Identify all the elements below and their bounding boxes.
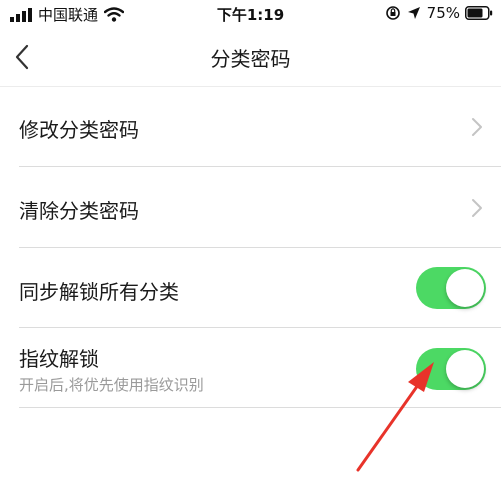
clear-password-row[interactable]: 清除分类密码 (0, 167, 501, 248)
fingerprint-unlock-row: 指纹解锁 开启后,将优先使用指纹识别 (0, 328, 501, 408)
change-password-label: 修改分类密码 (19, 118, 139, 142)
back-button[interactable] (8, 40, 38, 74)
navigation-bar: 分类密码 (0, 28, 501, 87)
status-bar: 中国联通 下午1:19 75% (0, 0, 501, 28)
chevron-right-icon (472, 199, 482, 217)
chevron-left-icon (15, 44, 29, 70)
chevron-right-icon (472, 118, 482, 136)
clear-password-label: 清除分类密码 (19, 199, 139, 223)
fingerprint-unlock-hint: 开启后,将优先使用指纹识别 (19, 376, 204, 394)
sync-unlock-label: 同步解锁所有分类 (19, 280, 179, 304)
page-title: 分类密码 (210, 47, 291, 71)
toggle-knob (446, 269, 484, 307)
orientation-lock-icon (385, 6, 400, 20)
location-icon (407, 7, 420, 19)
battery-percent: 75% (426, 4, 460, 22)
fingerprint-unlock-label: 指纹解锁 (19, 347, 99, 371)
sync-unlock-toggle[interactable] (416, 267, 486, 309)
fingerprint-unlock-toggle[interactable] (416, 348, 486, 390)
row-divider (19, 407, 501, 408)
battery-icon (465, 6, 493, 20)
sync-unlock-row: 同步解锁所有分类 (0, 248, 501, 328)
status-right: 75% (385, 4, 493, 22)
change-password-row[interactable]: 修改分类密码 (0, 87, 501, 167)
toggle-knob (446, 350, 484, 388)
